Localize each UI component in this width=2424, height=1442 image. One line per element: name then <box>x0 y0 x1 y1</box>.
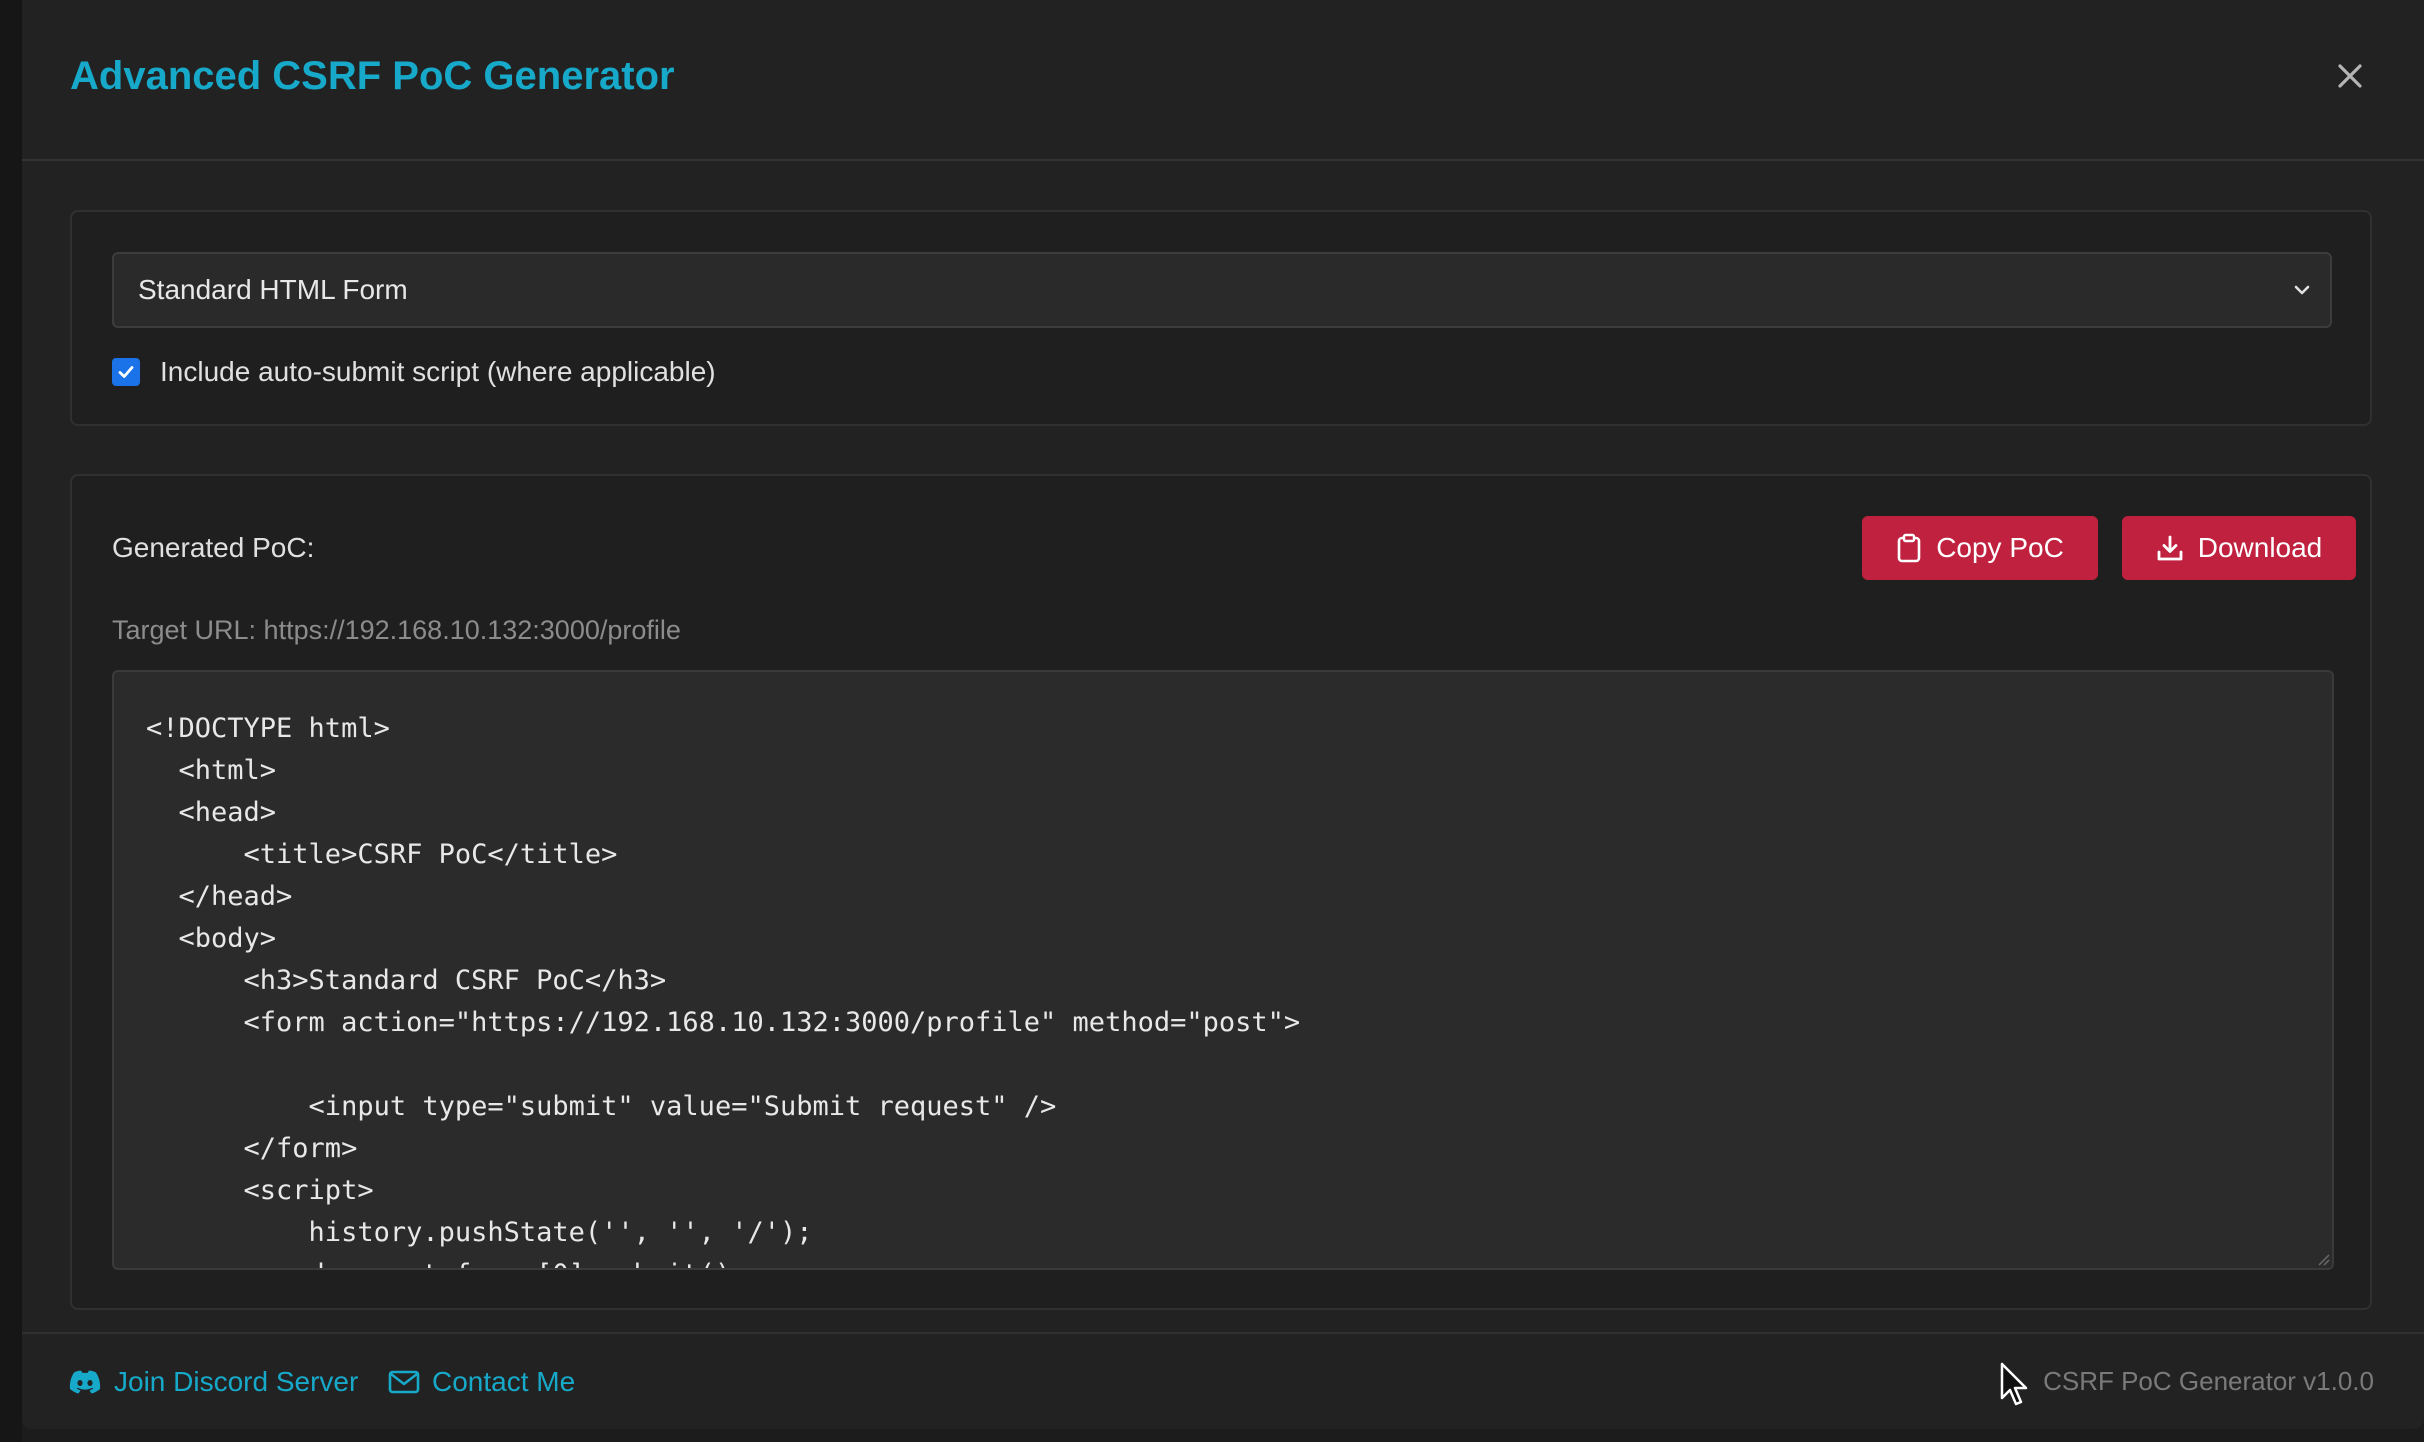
modal-footer: Join Discord Server Contact Me CSRF PoC … <box>22 1332 2424 1429</box>
options-panel: Standard HTML Form Include auto-submit s… <box>70 210 2372 426</box>
version-label: CSRF PoC Generator v1.0.0 <box>2043 1366 2374 1396</box>
mail-icon <box>388 1370 420 1393</box>
background-page-edge <box>0 0 22 1442</box>
mouse-cursor-icon <box>2000 1362 2028 1406</box>
resize-grip-icon[interactable] <box>2316 1252 2330 1266</box>
chevron-down-icon <box>2294 285 2310 295</box>
join-discord-link[interactable]: Join Discord Server <box>68 1334 358 1429</box>
contact-me-label: Contact Me <box>432 1365 576 1397</box>
download-icon <box>2157 535 2183 561</box>
download-label: Download <box>2197 532 2323 563</box>
auto-submit-option: Include auto-submit script (where applic… <box>112 352 716 392</box>
modal-header: Advanced CSRF PoC Generator <box>22 0 2424 161</box>
generated-poc-label: Generated PoC: <box>112 532 315 563</box>
close-icon <box>2338 64 2362 88</box>
poc-code-textarea[interactable]: <!DOCTYPE html> <html> <head> <title>CSR… <box>112 670 2334 1270</box>
download-button[interactable]: Download <box>2122 516 2356 580</box>
clipboard-icon <box>1897 533 1921 563</box>
copy-poc-label: Copy PoC <box>1936 532 2064 563</box>
poc-type-select[interactable]: Standard HTML Form <box>112 252 2332 328</box>
discord-icon <box>69 1370 101 1393</box>
auto-submit-checkbox[interactable] <box>112 358 140 386</box>
target-url: Target URL: https://192.168.10.132:3000/… <box>112 615 681 645</box>
csrf-generator-modal: Advanced CSRF PoC Generator Standard HTM… <box>22 0 2424 1429</box>
checkmark-icon <box>118 366 134 378</box>
modal-title: Advanced CSRF PoC Generator <box>70 54 675 98</box>
poc-code: <!DOCTYPE html> <html> <head> <title>CSR… <box>146 713 1301 1268</box>
poc-type-selected-value: Standard HTML Form <box>138 274 408 305</box>
join-discord-label: Join Discord Server <box>114 1365 359 1397</box>
auto-submit-label: Include auto-submit script (where applic… <box>160 356 716 387</box>
copy-poc-button[interactable]: Copy PoC <box>1862 516 2098 580</box>
output-panel: Generated PoC: Copy PoC Download Target … <box>70 474 2372 1310</box>
close-button[interactable] <box>2326 52 2374 100</box>
contact-me-link[interactable]: Contact Me <box>388 1334 575 1429</box>
